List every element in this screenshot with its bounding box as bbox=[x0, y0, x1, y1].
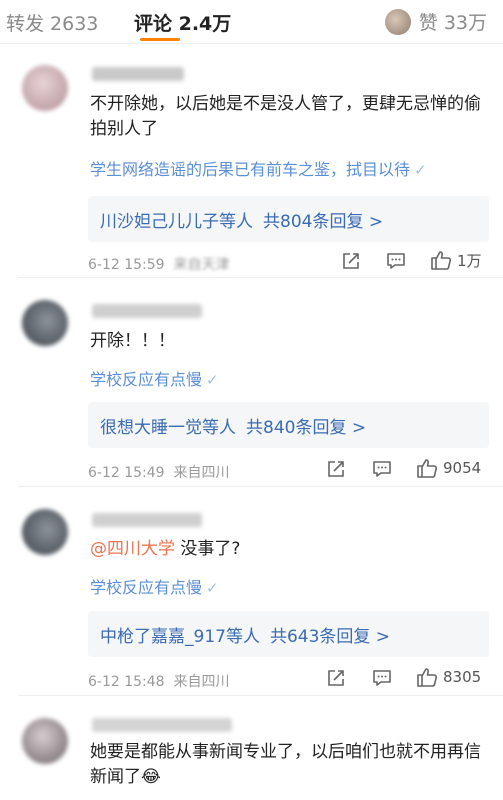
tab-repost[interactable]: 转发 2633 bbox=[6, 9, 98, 36]
share-button[interactable] bbox=[341, 251, 361, 271]
thumbs-up-icon bbox=[417, 459, 438, 478]
comment-text: @四川大学 没事了? bbox=[90, 537, 485, 562]
comment-topic-tag[interactable]: 学生网络造谣的后果已有前车之鉴，拭目以待 ✓ bbox=[90, 156, 427, 180]
username-blurred[interactable] bbox=[92, 67, 184, 81]
replies-users: 很想大睡一觉等人 bbox=[100, 417, 236, 438]
tab-comment[interactable]: 评论 2.4万 bbox=[134, 9, 231, 36]
replies-users: 中枪了嘉嘉_917等人 bbox=[100, 626, 260, 647]
check-chevron-icon: ✓ bbox=[206, 371, 219, 389]
username-blurred[interactable] bbox=[92, 513, 202, 527]
thumbs-up-icon bbox=[431, 251, 452, 270]
check-chevron-icon: ✓ bbox=[414, 161, 427, 179]
share-icon bbox=[343, 253, 359, 269]
username-blurred[interactable] bbox=[92, 304, 202, 318]
tag-label: 学校反应有点慢 bbox=[90, 370, 203, 389]
check-chevron-icon: ✓ bbox=[206, 579, 219, 597]
comment-item: 开除！！！ 学校反应有点慢 ✓ 很想大睡一觉等人 共840条回复 > 6-12 15… bbox=[0, 278, 503, 486]
comment-meta: 6-12 15:59 来自天津 bbox=[88, 254, 229, 274]
comment-item: @四川大学 没事了? 学校反应有点慢 ✓ 中枪了嘉嘉_917等人 共643条回复 >… bbox=[0, 487, 503, 695]
username-blurred[interactable] bbox=[92, 718, 232, 732]
comment-topic-tag[interactable]: 学校反应有点慢 ✓ bbox=[90, 574, 219, 598]
comment-icon bbox=[387, 253, 405, 269]
active-tab-indicator bbox=[140, 38, 180, 41]
tag-label: 学生网络造谣的后果已有前车之鉴，拭目以待 bbox=[90, 160, 411, 179]
thumbs-up-icon bbox=[417, 668, 438, 687]
comment-item: 不开除她，以后她是不是没人管了，更肆无忌惮的偷拍别人了 学生网络造谣的后果已有前… bbox=[0, 45, 503, 277]
tag-label: 学校反应有点慢 bbox=[90, 578, 203, 597]
like-button[interactable]: 9054 bbox=[416, 457, 481, 479]
reply-button[interactable] bbox=[372, 668, 392, 688]
replies-count: 共804条回复 > bbox=[263, 211, 384, 232]
replies-summary[interactable]: 中枪了嘉嘉_917等人 共643条回复 > bbox=[88, 611, 489, 657]
avatar[interactable] bbox=[22, 509, 68, 555]
share-icon bbox=[328, 670, 344, 686]
replies-summary[interactable]: 川沙妲己儿儿子等人 共804条回复 > bbox=[88, 196, 489, 242]
mention-link[interactable]: @四川大学 bbox=[90, 539, 175, 559]
comment-text: 她要是都能从事新闻专业了，以后咱们也就不用再信新闻了😂 bbox=[90, 742, 481, 787]
like-count: 9054 bbox=[443, 459, 482, 477]
comment-item: 她要是都能从事新闻专业了，以后咱们也就不用再信新闻了😂 bbox=[0, 696, 503, 800]
comment-time: 6-12 15:48 bbox=[88, 674, 165, 690]
share-icon bbox=[328, 461, 344, 477]
comment-time: 6-12 15:59 bbox=[88, 257, 165, 273]
comment-topic-tag[interactable]: 学校反应有点慢 ✓ bbox=[90, 366, 219, 390]
comment-text: 不开除她，以后她是不是没人管了，更肆无忌惮的偷拍别人了 bbox=[90, 94, 481, 139]
liker-avatar bbox=[384, 8, 411, 35]
share-button[interactable] bbox=[326, 668, 346, 688]
comment-location: 来自四川 bbox=[173, 674, 230, 690]
comment-icon bbox=[373, 461, 391, 477]
reply-button[interactable] bbox=[372, 459, 392, 479]
avatar[interactable] bbox=[22, 65, 68, 111]
like-button[interactable]: 8305 bbox=[416, 666, 481, 688]
like-count: 1万 bbox=[457, 251, 482, 270]
tab-like[interactable]: 赞 33万 bbox=[384, 8, 487, 35]
comment-location: 来自四川 bbox=[173, 465, 230, 481]
reply-button[interactable] bbox=[386, 251, 406, 271]
replies-count: 共643条回复 > bbox=[269, 626, 391, 647]
comment-body: 没事了? bbox=[175, 539, 241, 559]
like-button[interactable]: 1万 bbox=[430, 249, 482, 271]
avatar[interactable] bbox=[22, 300, 68, 346]
avatar[interactable] bbox=[22, 718, 68, 764]
replies-users: 川沙妲己儿儿子等人 bbox=[100, 211, 253, 232]
tab-like-label: 赞 33万 bbox=[418, 12, 487, 34]
replies-count: 共840条回复 > bbox=[246, 417, 367, 438]
comment-text: 开除！！！ bbox=[90, 331, 175, 351]
comment-meta: 6-12 15:49 来自四川 bbox=[88, 462, 229, 482]
comment-icon bbox=[373, 670, 391, 686]
share-button[interactable] bbox=[326, 459, 346, 479]
replies-summary[interactable]: 很想大睡一觉等人 共840条回复 > bbox=[88, 402, 489, 448]
comment-location: 来自天津 bbox=[173, 257, 230, 273]
like-count: 8305 bbox=[443, 668, 482, 686]
comment-tabs: 转发 2633 评论 2.4万 赞 33万 bbox=[0, 0, 503, 44]
comment-time: 6-12 15:49 bbox=[88, 465, 165, 481]
comment-meta: 6-12 15:48 来自四川 bbox=[88, 671, 229, 691]
